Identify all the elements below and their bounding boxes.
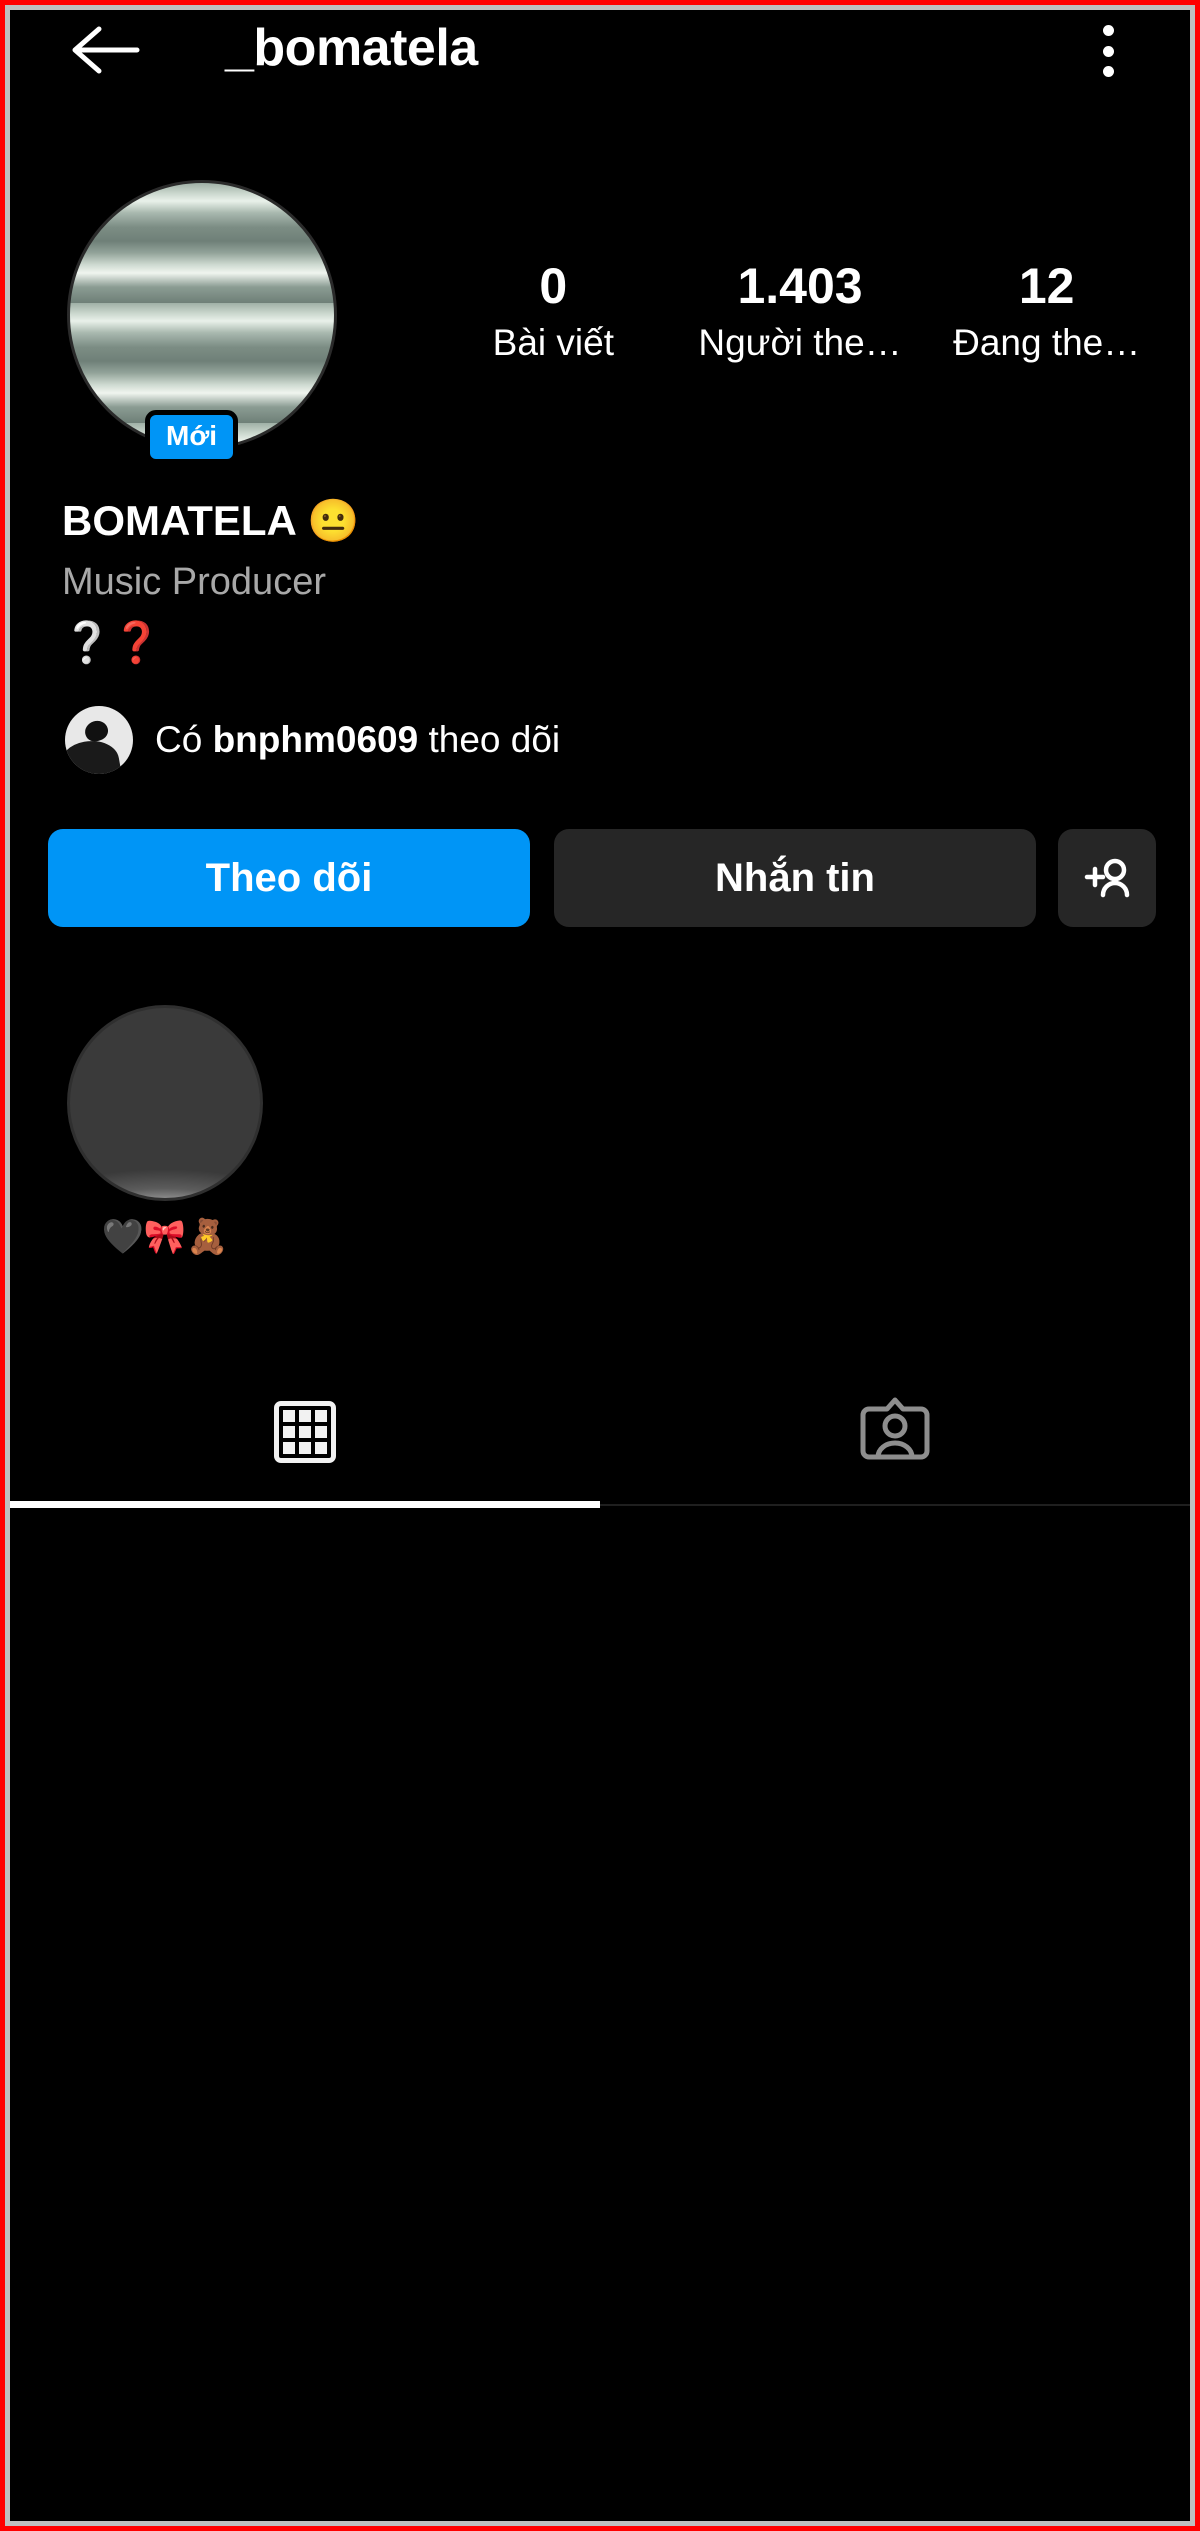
menu-dot: [1102, 25, 1114, 36]
followed-by-username: bnphm0609: [212, 719, 419, 760]
followed-by-row[interactable]: Có bnphm0609 theo dõi: [65, 706, 560, 774]
followed-by-text: Có bnphm0609 theo dõi: [155, 719, 560, 761]
mutual-follower-avatar: [65, 706, 133, 774]
stat-posts[interactable]: 0 Bài viết: [430, 255, 677, 395]
stat-value: 12: [1018, 258, 1075, 314]
active-tab-underline: [10, 1501, 600, 1508]
stat-followers[interactable]: 1.403 Người the…: [677, 255, 924, 395]
grid-icon: [274, 1401, 336, 1463]
story-highlights: 🖤🎀🧸: [60, 1005, 270, 1259]
menu-dot: [1102, 45, 1114, 57]
tab-tagged[interactable]: [600, 1362, 1190, 1502]
stat-value: 0: [539, 258, 568, 314]
profile-avatar-wrap: Mới: [67, 180, 337, 464]
tagged-icon: [859, 1397, 931, 1468]
stat-label: Đang the…: [953, 322, 1141, 363]
new-badge: Mới: [145, 410, 239, 464]
menu-dot: [1102, 66, 1114, 77]
highlight-label: 🖤🎀🧸: [101, 1218, 229, 1256]
bio-text: ❔❓: [62, 621, 162, 665]
stat-value: 1.403: [737, 258, 863, 314]
profile-stats: 0 Bài viết 1.403 Người the… 12 Đang the…: [430, 255, 1170, 395]
message-button[interactable]: Nhắn tin: [554, 829, 1036, 927]
display-name: BOMATELA 😐: [62, 497, 360, 544]
person-add-icon: [1081, 853, 1133, 904]
back-arrow-icon[interactable]: [70, 24, 142, 76]
screenshot-frame: _bomatela Mới 0 Bài viết 1.403 Người the…: [0, 0, 1200, 2531]
add-person-button[interactable]: [1058, 829, 1156, 927]
inner-border: _bomatela Mới 0 Bài viết 1.403 Người the…: [5, 5, 1195, 2526]
top-app-bar: _bomatela: [10, 10, 1190, 90]
app-screen: _bomatela Mới 0 Bài viết 1.403 Người the…: [10, 10, 1190, 2521]
tab-grid[interactable]: [10, 1362, 600, 1502]
highlight-item[interactable]: 🖤🎀🧸: [60, 1005, 270, 1259]
stat-following[interactable]: 12 Đang the…: [923, 255, 1170, 395]
follow-button[interactable]: Theo dõi: [48, 829, 530, 927]
profile-tab-bar: [10, 1362, 1190, 1522]
page-title: _bomatela: [225, 19, 478, 77]
avatar-body-shape: [65, 736, 123, 774]
stat-label: Người the…: [698, 322, 902, 363]
stat-label: Bài viết: [492, 322, 614, 363]
bio-category: Music Producer: [62, 561, 326, 603]
followed-by-prefix: Có: [155, 719, 213, 760]
followed-by-suffix: theo dõi: [418, 719, 561, 760]
action-button-row: Theo dõi Nhắn tin: [48, 828, 1168, 928]
profile-bio-block: BOMATELA 😐 Music Producer ❔❓: [62, 495, 862, 671]
kebab-menu-icon[interactable]: [1088, 25, 1128, 77]
highlight-cover: [67, 1005, 263, 1201]
